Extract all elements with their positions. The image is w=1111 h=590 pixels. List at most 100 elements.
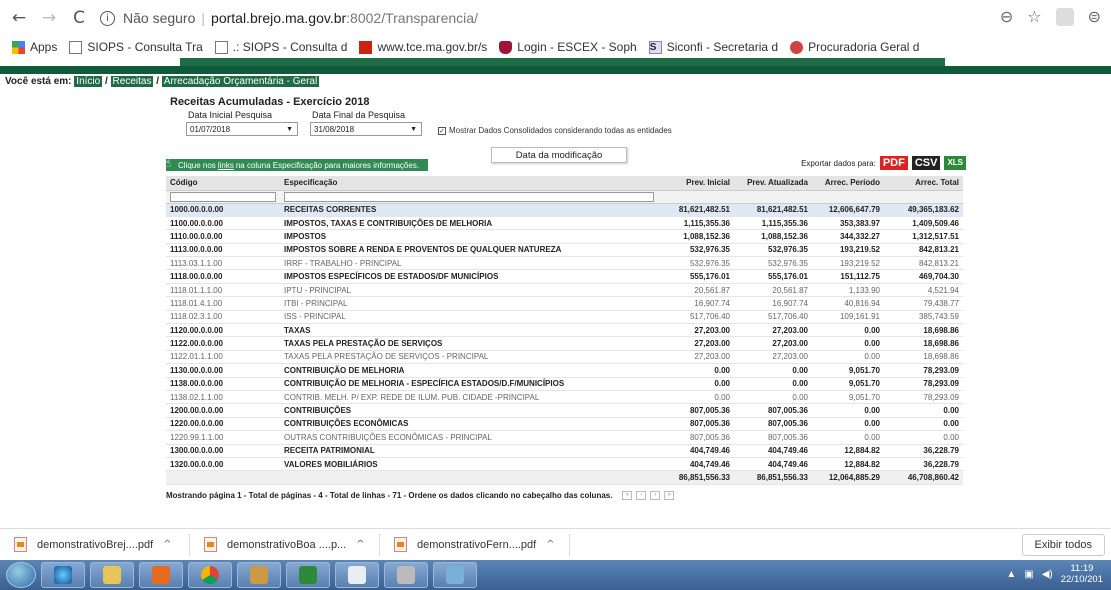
- reload-icon[interactable]: C: [68, 7, 90, 29]
- chevron-up-icon[interactable]: ^: [163, 539, 171, 550]
- table-row[interactable]: 1118.02.3.1.00 ISS - PRINCIPAL 517,706.40 5…: [166, 310, 963, 325]
- taskbar-chrome[interactable]: [188, 562, 232, 588]
- cell-especificacao-link[interactable]: IRRF - TRABALHO - PRINCIPAL: [280, 256, 658, 271]
- chevron-up-icon[interactable]: ^: [546, 539, 554, 550]
- url-text[interactable]: Não seguro | portal.brejo.ma.gov.br:8002/T…: [123, 10, 478, 26]
- bookmark-tce[interactable]: www.tce.ma.gov.br/s: [359, 40, 487, 54]
- cell-especificacao-link[interactable]: CONTRIBUIÇÃO DE MELHORIA: [280, 363, 658, 378]
- address-bar[interactable]: i Não seguro | portal.brejo.ma.gov.br:8002…: [100, 5, 478, 31]
- table-row[interactable]: 1220.99.1.1.00 OUTRAS CONTRIBUIÇÕES ECONÔ…: [166, 430, 963, 445]
- next-page-icon[interactable]: ›: [650, 490, 661, 500]
- cell-especificacao-link[interactable]: CONTRIBUIÇÃO DE MELHORIA - ESPECÍFICA ES…: [280, 377, 658, 391]
- taskbar-word[interactable]: [335, 562, 379, 588]
- start-button-icon[interactable]: [6, 562, 36, 588]
- bookmark-apps[interactable]: Apps: [12, 40, 57, 54]
- tray-arrow-icon[interactable]: ▲: [1006, 569, 1016, 580]
- volume-icon[interactable]: ◀): [1042, 569, 1053, 580]
- bookmark-siops-1[interactable]: SIOPS - Consulta Tra: [69, 40, 203, 54]
- header-especificacao[interactable]: Especificação: [280, 176, 658, 191]
- chevron-up-icon[interactable]: ^: [356, 539, 364, 550]
- table-row[interactable]: 1113.00.0.0.00 IMPOSTOS SOBRE A RENDA E P…: [166, 243, 963, 258]
- cell-especificacao-link[interactable]: TAXAS PELA PRESTAÇÃO DE SERVIÇOS: [280, 336, 658, 351]
- bookmark-procuradoria[interactable]: Procuradoria Geral d: [790, 40, 919, 54]
- table-row[interactable]: 1118.00.0.0.00 IMPOSTOS ESPECÍFICOS DE ES…: [166, 269, 963, 284]
- site-main-menu[interactable]: [180, 58, 945, 66]
- table-row[interactable]: 1110.00.0.0.00 IMPOSTOS 1,088,152.36 1,088,…: [166, 229, 963, 244]
- table-row[interactable]: 1200.00.0.0.00 CONTRIBUIÇÕES 807,005.36 807…: [166, 403, 963, 418]
- clock[interactable]: 11:19 22/10/201: [1061, 563, 1103, 585]
- cell-especificacao-link[interactable]: IMPOSTOS SOBRE A RENDA E PROVENTOS DE QU…: [280, 243, 658, 258]
- download-item[interactable]: demonstrativoBrej....pdf ^: [0, 533, 190, 556]
- cell-especificacao-link[interactable]: TAXAS PELA PRESTAÇÃO DE SERVIÇOS - PRINC…: [280, 350, 658, 365]
- show-all-downloads-button[interactable]: Exibir todos: [1021, 534, 1105, 556]
- cell-especificacao-link[interactable]: IMPOSTOS ESPECÍFICOS DE ESTADOS/DF MUNIC…: [280, 269, 658, 284]
- header-prev-atualizada[interactable]: Prev. Atualizada: [734, 176, 812, 191]
- table-row[interactable]: 1118.01.4.1.00 ITBI - PRINCIPAL 16,907.74 1…: [166, 296, 963, 311]
- info-icon[interactable]: i: [100, 10, 115, 26]
- extension-icon[interactable]: [1055, 7, 1074, 26]
- cell-especificacao-link[interactable]: RECEITA PATRIMONIAL: [280, 444, 658, 458]
- table-row[interactable]: 1120.00.0.0.00 TAXAS 27,203.00 27,203.00 0.0…: [166, 323, 963, 338]
- cell-especificacao-link[interactable]: IMPOSTOS, TAXAS E CONTRIBUIÇÕES DE MELHO…: [280, 216, 658, 231]
- table-row[interactable]: 1130.00.0.0.00 CONTRIBUIÇÃO DE MELHORIA 0.…: [166, 363, 963, 378]
- cell-especificacao-link[interactable]: CONTRIBUIÇÕES ECONÔMICAS: [280, 417, 658, 432]
- export-xls-button[interactable]: XLS: [944, 156, 966, 170]
- breadcrumb-inicio[interactable]: Início: [74, 76, 103, 87]
- back-arrow-icon[interactable]: ←: [8, 7, 30, 29]
- taskbar-media[interactable]: [139, 562, 183, 588]
- download-item[interactable]: demonstrativoBoa ....p... ^: [190, 533, 380, 556]
- cell-especificacao-link[interactable]: ITBI - PRINCIPAL: [280, 296, 658, 311]
- first-page-icon[interactable]: «: [622, 490, 633, 500]
- breadcrumb-receitas[interactable]: Receitas: [110, 76, 154, 87]
- table-row[interactable]: 1220.00.0.0.00 CONTRIBUIÇÕES ECONÔMICAS 80…: [166, 417, 963, 432]
- account-icon[interactable]: ⊜: [1088, 7, 1101, 26]
- cell-especificacao-link[interactable]: IPTU - PRINCIPAL: [280, 283, 658, 298]
- especificacao-filter-input[interactable]: [284, 191, 654, 202]
- taskbar-ie[interactable]: [41, 562, 85, 588]
- consolidated-checkbox[interactable]: ✓ Mostrar Dados Consolidados considerando…: [438, 126, 672, 135]
- header-codigo[interactable]: Código: [166, 176, 280, 191]
- header-prev-inicial[interactable]: Prev. Inicial: [658, 176, 734, 191]
- taskbar-winrar[interactable]: [433, 562, 477, 588]
- header-arrec-total[interactable]: Arrec. Total: [884, 176, 963, 191]
- taskbar-tool[interactable]: [237, 562, 281, 588]
- table-row[interactable]: 1100.00.0.0.00 IMPOSTOS, TAXAS E CONTRIBU…: [166, 216, 963, 231]
- cell-especificacao-link[interactable]: TAXAS: [280, 323, 658, 338]
- prev-page-icon[interactable]: ‹: [636, 490, 647, 500]
- table-row[interactable]: 1000.00.0.0.00 RECEITAS CORRENTES 81,621,4…: [166, 203, 963, 217]
- bookmark-siops-2[interactable]: .: SIOPS - Consulta d: [214, 40, 347, 54]
- table-row[interactable]: 1320.00.0.0.00 VALORES MOBILIÁRIOS 404,749…: [166, 457, 963, 472]
- export-pdf-button[interactable]: PDF: [879, 156, 908, 170]
- hint-links-link[interactable]: links: [218, 161, 234, 170]
- download-item[interactable]: demonstrativoFern....pdf ^: [380, 533, 570, 556]
- bookmark-siconfi[interactable]: S Siconfi - Secretaria d: [648, 40, 778, 54]
- cell-especificacao-link[interactable]: VALORES MOBILIÁRIOS: [280, 457, 658, 472]
- forward-arrow-icon[interactable]: →: [38, 7, 60, 29]
- codigo-filter-input[interactable]: [170, 191, 276, 202]
- zoom-icon[interactable]: ⊖: [1000, 7, 1013, 26]
- taskbar-excel[interactable]: [286, 562, 330, 588]
- header-arrec-periodo[interactable]: Arrec. Período: [812, 176, 884, 191]
- taskbar-explorer[interactable]: [90, 562, 134, 588]
- cell-especificacao-link[interactable]: IMPOSTOS: [280, 229, 658, 244]
- cell-especificacao-link[interactable]: OUTRAS CONTRIBUIÇÕES ECONÔMICAS - PRINCI…: [280, 430, 658, 445]
- table-row[interactable]: 1122.00.0.0.00 TAXAS PELA PRESTAÇÃO DE SE…: [166, 336, 963, 351]
- end-date-select[interactable]: 31/08/2018 ▼: [310, 122, 422, 136]
- bookmark-star-icon[interactable]: ☆: [1027, 7, 1041, 26]
- breadcrumb-arrecadacao[interactable]: Arrecadação Orçamentária - Geral: [161, 76, 320, 87]
- table-row[interactable]: 1118.01.1.1.00 IPTU - PRINCIPAL 20,561.87 2…: [166, 283, 963, 298]
- cell-especificacao-link[interactable]: ISS - PRINCIPAL: [280, 310, 658, 325]
- table-row[interactable]: 1122.01.1.1.00 TAXAS PELA PRESTAÇÃO DE SE…: [166, 350, 963, 365]
- export-csv-button[interactable]: CSV: [911, 156, 941, 170]
- table-row[interactable]: 1138.00.0.0.00 CONTRIBUIÇÃO DE MELHORIA -…: [166, 377, 963, 391]
- table-row[interactable]: 1113.03.1.1.00 IRRF - TRABALHO - PRINCIPA…: [166, 256, 963, 271]
- cell-especificacao-link[interactable]: RECEITAS CORRENTES: [280, 203, 658, 217]
- bookmark-escex[interactable]: Login - ESCEX - Soph: [499, 40, 637, 54]
- last-page-icon[interactable]: »: [664, 490, 675, 500]
- cell-especificacao-link[interactable]: CONTRIB. MELH. P/ EXP. REDE DE ILUM. PUB…: [280, 390, 658, 405]
- checkbox-checked-icon[interactable]: ✓: [438, 126, 446, 135]
- table-row[interactable]: 1138.02.1.1.00 CONTRIB. MELH. P/ EXP. RED…: [166, 390, 963, 405]
- start-date-select[interactable]: 01/07/2018 ▼: [186, 122, 298, 136]
- network-icon[interactable]: ▣: [1024, 569, 1033, 580]
- taskbar-calculator[interactable]: [384, 562, 428, 588]
